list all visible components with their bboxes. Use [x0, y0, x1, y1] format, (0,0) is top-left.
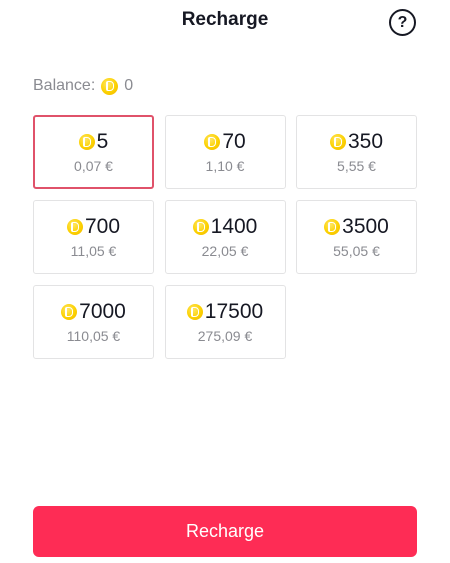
- coin-icon: [61, 304, 78, 320]
- package-price: 55,05 €: [333, 243, 380, 259]
- question-circle-icon: ?: [397, 13, 408, 31]
- coin-package[interactable]: 700 11,05 €: [33, 200, 154, 274]
- package-coin-amount: 1400: [210, 215, 258, 238]
- package-coin-amount: 350: [347, 130, 384, 153]
- balance-label: Balance:: [33, 77, 96, 94]
- coin-package[interactable]: 350 5,55 €: [296, 115, 417, 189]
- coin-package[interactable]: 7000 110,05 €: [33, 285, 154, 359]
- package-coin-amount: 70: [222, 130, 246, 153]
- balance-value: 0: [124, 77, 134, 94]
- package-amount-row: 3500: [324, 215, 389, 239]
- package-amount-row: 7000: [61, 300, 126, 324]
- coin-package[interactable]: 1400 22,05 €: [164, 200, 286, 274]
- coin-icon: [329, 134, 346, 150]
- package-coin-amount: 17500: [204, 300, 264, 323]
- coin-icon: [186, 304, 203, 320]
- page-title: Recharge: [181, 9, 269, 30]
- package-coin-amount: 7000: [79, 300, 126, 323]
- package-amount-row: 350: [329, 130, 384, 154]
- coin-icon: [101, 77, 119, 95]
- recharge-screen: Recharge ? Balance: 0 5 0,07 € 70 1,10 €: [0, 0, 450, 563]
- coin-icon: [192, 219, 209, 235]
- package-coin-amount: 700: [84, 215, 121, 238]
- package-price: 11,05 €: [70, 243, 117, 259]
- package-price: 0,07 €: [74, 158, 113, 174]
- recharge-button[interactable]: Recharge: [33, 506, 417, 557]
- package-amount-row: 70: [204, 130, 246, 154]
- balance-row: Balance: 0: [33, 77, 133, 95]
- package-price: 5,55 €: [337, 158, 376, 174]
- coin-package[interactable]: 3500 55,05 €: [296, 200, 417, 274]
- coin-icon: [324, 219, 341, 235]
- package-amount-row: 700: [66, 215, 121, 239]
- package-coin-amount: 5: [96, 130, 109, 153]
- package-amount-row: 1400: [192, 215, 258, 239]
- package-price: 275,09 €: [197, 328, 253, 344]
- package-price: 1,10 €: [205, 158, 245, 174]
- package-amount-row: 17500: [186, 300, 264, 324]
- coin-icon: [78, 134, 95, 150]
- package-price: 22,05 €: [201, 243, 249, 259]
- coin-icon: [204, 134, 221, 150]
- coin-package[interactable]: 17500 275,09 €: [164, 285, 286, 359]
- package-amount-row: 5: [78, 130, 109, 154]
- coin-icon: [66, 219, 83, 235]
- coin-package[interactable]: 70 1,10 €: [164, 115, 286, 189]
- coin-package[interactable]: 5 0,07 €: [33, 115, 154, 189]
- package-price: 110,05 €: [66, 328, 121, 344]
- coin-package-grid: 5 0,07 € 70 1,10 € 350 5,55 € 700 11,05 …: [33, 115, 417, 359]
- package-coin-amount: 3500: [342, 215, 389, 238]
- header: Recharge ?: [0, 0, 450, 44]
- help-button[interactable]: ?: [389, 9, 416, 36]
